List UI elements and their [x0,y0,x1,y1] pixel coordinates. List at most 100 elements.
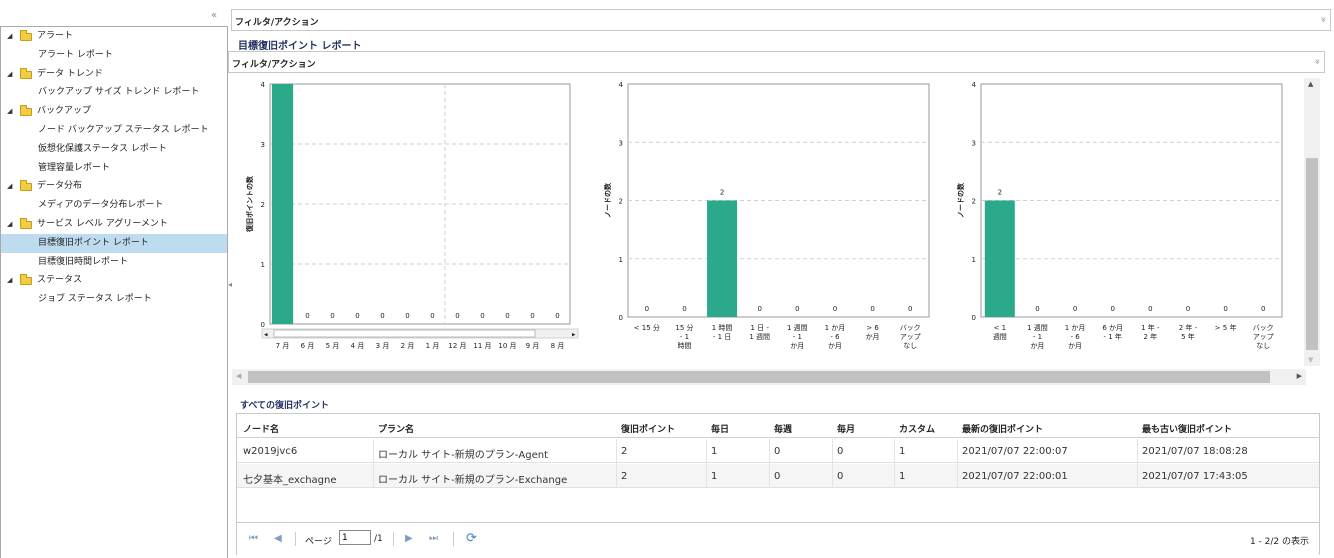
first-page-icon[interactable]: ⏮ [249,533,258,544]
scroll-left-icon[interactable]: ◀ [236,372,241,380]
expand-toggle-icon[interactable]: ◢ [7,271,12,290]
filter-action-panel-inner[interactable]: フィルタ/アクション » [228,51,1325,73]
collapse-sidebar-icon[interactable]: « [211,10,217,21]
column-header[interactable]: 毎日 [711,422,729,435]
tree-item[interactable]: 目標復旧時間レポート [1,253,227,272]
x-tick-label: 1 日 - [750,324,769,332]
scroll-up-icon[interactable]: ▲ [1308,80,1313,88]
expand-toggle-icon[interactable]: ◢ [7,215,12,234]
expand-toggle-icon[interactable]: ◢ [7,27,12,46]
x-tick-label: 8 月 [551,342,565,350]
x-tick-label: バック [1253,324,1274,332]
x-tick-label: なし [903,342,917,350]
pager-divider [393,532,394,546]
tree-group[interactable]: ◢ サービス レベル アグリーメント [1,215,227,234]
scroll-right-icon[interactable]: ▶ [1297,372,1302,380]
expand-chevron-icon[interactable]: » [1317,16,1328,22]
recovery-points-grid: ノード名 プラン名 復旧ポイント 毎日 毎週 毎月 カスタム 最新の復旧ポイント 最も古い復旧ポ… [236,413,1320,555]
tree-item[interactable]: 管理容量レポート [1,159,227,178]
page-number-input[interactable] [339,530,371,545]
data-label: 0 [1148,305,1152,313]
tree-item[interactable]: 目標復旧ポイント レポート [1,233,227,253]
bar[interactable] [271,84,294,324]
tree-item[interactable]: ノード バックアップ ステータス レポート [1,121,227,140]
table-cell: 0 [837,446,844,457]
tree-item[interactable]: 仮想化保護ステータス レポート [1,140,227,159]
last-page-icon[interactable]: ⏭ [429,533,438,544]
chart-vertical-scrollbar[interactable]: ▲ ▼ [1304,78,1320,366]
bar[interactable] [984,200,1015,318]
scroll-thumb[interactable] [248,371,1270,383]
table-row[interactable]: 七夕基本_exchagne ローカル サイト-新規のプラン-Exchange 2 1 0… [237,464,1319,488]
x-tick-label: か月 [828,342,842,350]
column-header[interactable]: 復旧ポイント [621,422,675,435]
scroll-down-icon[interactable]: ▼ [1308,356,1313,364]
column-header[interactable]: 最新の復旧ポイント [962,422,1043,435]
chart-horizontal-scrollbar[interactable]: ◀ ▶ [232,369,1306,385]
column-header[interactable]: プラン名 [378,422,414,435]
table-cell: 2 [621,471,628,482]
y-tick-label: 3 [261,141,265,149]
column-header[interactable]: ノード名 [243,422,279,435]
tree-item-label: ノード バックアップ ステータス レポート [38,124,209,135]
data-label: 0 [530,312,534,320]
refresh-icon[interactable]: ⟳ [466,531,477,546]
tree-group[interactable]: ◢ バックアップ [1,102,227,121]
x-tick-label: か月 [790,342,804,350]
chart-nodes-by-latest-age: 0 1 2 3 4 ノードの数 0 < 15 分 0 15 分- 1 時間 2 1 時間 - 1 日01 … [598,76,958,366]
table-cell: 0 [774,446,781,457]
data-label: 0 [870,305,874,313]
tree-group-label: サービス レベル アグリーメント [37,218,168,229]
filter-action-panel-outer[interactable]: フィルタ/アクション » [231,9,1331,31]
tree-item[interactable]: メディアのデータ分布レポート [1,196,227,215]
x-tick-label: アップ [1253,333,1274,341]
tree-item[interactable]: バックアップ サイズ トレンド レポート [1,83,227,102]
tree-item-label: ジョブ ステータス レポート [38,294,152,305]
scroll-left-icon[interactable]: ◂ [264,331,268,339]
column-header[interactable]: 毎月 [837,422,855,435]
expand-toggle-icon[interactable]: ◢ [7,177,12,196]
table-row[interactable]: w2019jvc6 ローカル サイト-新規のプラン-Agent 2 1 0 0 1 2021/… [237,439,1319,463]
tree-group-label: アラート [37,31,74,41]
tree-group[interactable]: ◢ データ分布 [1,177,227,196]
data-label: 0 [795,305,799,313]
x-tick-label: < 1 [994,324,1007,332]
chart-scroll-thumb[interactable] [273,329,536,338]
scroll-right-icon[interactable]: ▸ [572,331,576,339]
next-page-icon[interactable]: ▶ [405,533,413,544]
x-tick-label: 9 月 [526,342,540,350]
column-header[interactable]: 最も古い復旧ポイント [1142,422,1232,435]
scroll-thumb[interactable] [1306,158,1318,350]
data-label: 0 [430,312,434,320]
data-label: 0 [833,305,837,313]
column-header[interactable]: カスタム [899,422,935,435]
x-tick-label: 6 月 [301,342,315,350]
tree-group[interactable]: ◢ データ トレンド [1,65,227,84]
x-tick-label: 1 月 [426,342,440,350]
table-cell: ローカル サイト-新規のプラン-Agent [378,450,548,461]
expand-toggle-icon[interactable]: ◢ [7,65,12,84]
expand-toggle-icon[interactable]: ◢ [7,102,12,121]
tree-item[interactable]: アラート レポート [1,46,227,65]
y-tick-label: 2 [619,198,623,206]
x-tick-label: 5 月 [326,342,340,350]
panel-title: フィルタ/アクション [232,60,316,70]
y-tick-label: 1 [972,256,976,264]
x-tick-label: 3 月 [376,342,390,350]
tree-group[interactable]: ◢ ステータス [1,271,227,290]
x-tick-label: - 6 [830,333,840,341]
tree-group[interactable]: ◢ アラート [1,27,227,46]
table-cell: 1 [899,446,906,457]
page-label: ページ [305,537,332,547]
column-header[interactable]: 毎週 [774,422,792,435]
expand-chevron-icon[interactable]: » [1311,58,1322,64]
chart-svg: 01234ノードの数 2< 1週間01 週間- 1か月01 か月- 6か月06 か… [956,81,1283,350]
table-cell: 1 [899,471,906,482]
x-tick-label: 週間 [993,332,1007,341]
tree-item[interactable]: ジョブ ステータス レポート [1,290,227,309]
bar[interactable] [707,200,738,318]
prev-page-icon[interactable]: ◀ [274,533,282,544]
y-tick-label: 4 [261,81,266,89]
y-tick-label: 2 [972,198,976,206]
data-label: 0 [645,305,649,313]
